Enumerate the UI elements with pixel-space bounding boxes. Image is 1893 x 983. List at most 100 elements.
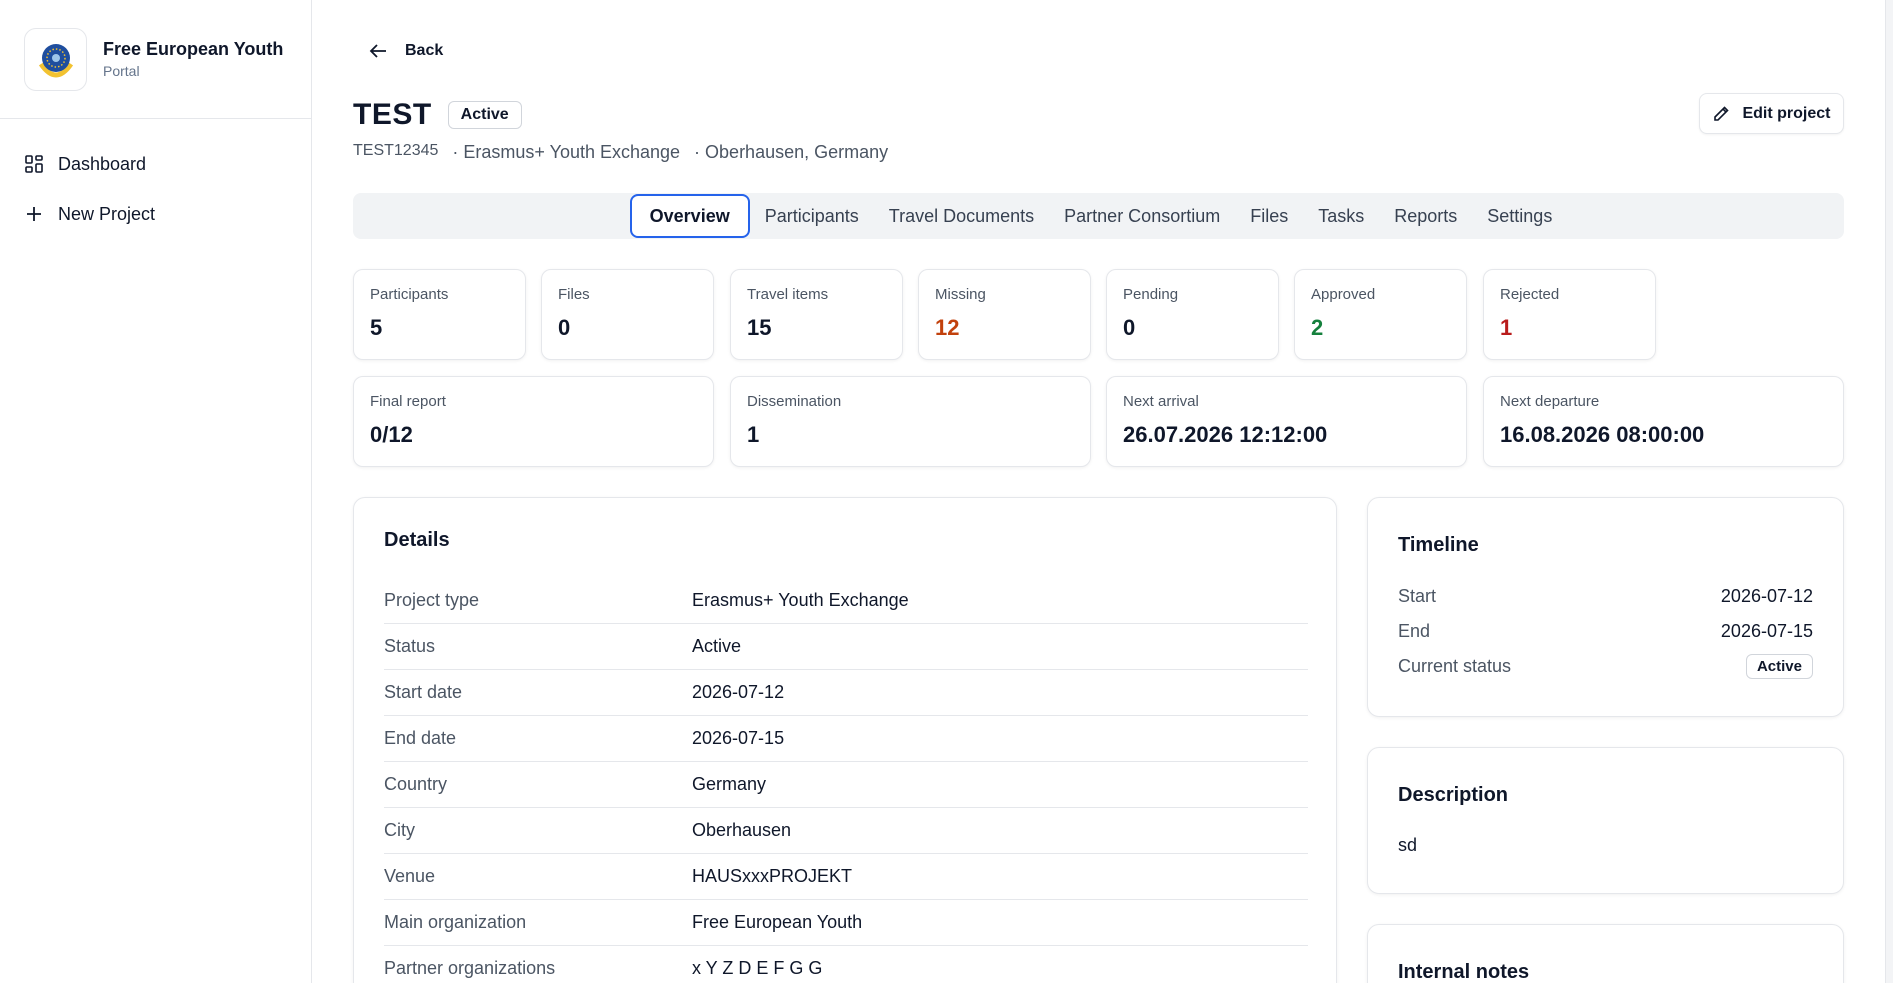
detail-value: HAUSxxxPROJEKT [692, 866, 853, 886]
detail-row: City Oberhausen [384, 808, 1308, 854]
detail-value: 2026-07-15 [692, 728, 785, 748]
stat-value: 1 [1500, 315, 1513, 340]
detail-key: Venue [384, 866, 436, 886]
scrollbar[interactable] [1885, 0, 1893, 983]
timeline-row-status: Current status Active [1398, 649, 1813, 684]
logo-emblem-icon [38, 44, 73, 78]
edit-project-button[interactable]: Edit project [1699, 93, 1844, 134]
detail-row: Start date 2026-07-12 [384, 670, 1308, 716]
internal-notes-card: Internal notes [1367, 924, 1844, 983]
stat-value: 12 [935, 315, 960, 340]
tab-partner-consortium[interactable]: Partner Consortium [1049, 194, 1235, 238]
detail-row: Main organization Free European Youth [384, 900, 1308, 946]
detail-key: Partner organizations [384, 958, 556, 978]
project-type: · Erasmus+ Youth Exchange [452, 142, 681, 162]
detail-key: City [384, 820, 415, 840]
timeline-value: 2026-07-15 [1720, 621, 1813, 641]
page-title: TEST [353, 98, 432, 131]
stat-value: 15 [747, 315, 772, 340]
stat-label: Dissemination [747, 393, 842, 410]
tab-settings[interactable]: Settings [1472, 194, 1567, 238]
timeline-value: 2026-07-12 [1720, 586, 1813, 606]
stat-value: 16.08.2026 08:00:00 [1500, 422, 1705, 447]
stat-label: Pending [1123, 286, 1179, 303]
detail-row: Project type Erasmus+ Youth Exchange [384, 578, 1308, 624]
arrow-left-icon [369, 44, 386, 58]
tab-travel-documents[interactable]: Travel Documents [874, 194, 1049, 238]
detail-row: Country Germany [384, 762, 1308, 808]
stat-value: 0/12 [370, 422, 413, 447]
detail-key: Start date [384, 682, 463, 702]
stat-label: Rejected [1500, 286, 1560, 303]
stat-card-missing: Missing 12 [918, 269, 1091, 360]
detail-key: Project type [384, 590, 480, 610]
project-meta: TEST12345 · Erasmus+ Youth Exchange · Ob… [353, 142, 888, 163]
detail-row: Partner organizations x Y Z D E F G G [384, 946, 1308, 983]
stat-label: Participants [370, 286, 449, 303]
internal-notes-title: Internal notes [1398, 961, 1530, 983]
stat-card-final-report: Final report 0/12 [353, 376, 714, 467]
back-label: Back [405, 42, 444, 59]
sidebar-item-new-project[interactable]: New Project [0, 189, 311, 239]
detail-value: Erasmus+ Youth Exchange [692, 590, 909, 610]
tab-bar: Overview Participants Travel Documents P… [353, 193, 1844, 239]
detail-key: Country [384, 774, 448, 794]
detail-row: Status Active [384, 624, 1308, 670]
detail-key: End date [384, 728, 457, 748]
sidebar-item-label: Dashboard [58, 153, 147, 174]
logo [24, 27, 87, 91]
pencil-icon [1714, 105, 1730, 121]
tab-reports[interactable]: Reports [1379, 194, 1472, 238]
stat-card-pending: Pending 0 [1106, 269, 1279, 360]
detail-row: Venue HAUSxxxPROJEKT [384, 854, 1308, 900]
brand-subtitle: Portal [103, 63, 140, 79]
stat-card-rejected: Rejected 1 [1483, 269, 1656, 360]
timeline-key: End [1398, 621, 1431, 641]
project-location: · Oberhausen, Germany [694, 142, 889, 162]
dashboard-icon [24, 154, 44, 174]
stat-card-next-arrival: Next arrival 26.07.2026 12:12:00 [1106, 376, 1467, 467]
detail-row: End date 2026-07-15 [384, 716, 1308, 762]
timeline-title: Timeline [1398, 534, 1479, 556]
stat-card-files: Files 0 [541, 269, 714, 360]
stat-label: Files [558, 286, 590, 303]
detail-value: Germany [692, 774, 767, 794]
stat-label: Travel items [747, 286, 829, 303]
stat-label: Next departure [1500, 393, 1600, 410]
brand[interactable]: Free European Youth Portal [0, 0, 311, 119]
plus-icon [24, 204, 44, 224]
tab-tasks[interactable]: Tasks [1303, 194, 1379, 238]
details-title: Details [384, 529, 450, 551]
stat-value: 5 [370, 315, 383, 340]
timeline-row-end: End 2026-07-15 [1398, 614, 1813, 649]
stat-card-participants: Participants 5 [353, 269, 526, 360]
back-button[interactable]: Back [369, 42, 443, 60]
sidebar: Free European Youth Portal Dashboard New… [0, 0, 312, 983]
stat-card-approved: Approved 2 [1294, 269, 1467, 360]
detail-key: Main organization [384, 912, 527, 932]
tab-overview[interactable]: Overview [629, 194, 750, 238]
sidebar-item-dashboard[interactable]: Dashboard [0, 139, 311, 189]
details-card: Details Project type Erasmus+ Youth Excha… [353, 497, 1337, 983]
detail-value: Free European Youth [692, 912, 863, 932]
project-code: TEST12345 [353, 142, 439, 159]
description-card: Description sd [1367, 747, 1844, 894]
sidebar-nav: Dashboard New Project [0, 119, 311, 239]
stat-label: Missing [935, 286, 986, 303]
stat-value: 0 [1123, 315, 1136, 340]
edit-project-label: Edit project [1742, 104, 1831, 122]
timeline-card: Timeline Start 2026-07-12 End 2026-07-15 C… [1367, 497, 1844, 717]
tab-participants[interactable]: Participants [750, 194, 874, 238]
timeline-key: Current status [1398, 656, 1512, 676]
status-badge: Active [1745, 654, 1813, 679]
timeline-row-start: Start 2026-07-12 [1398, 579, 1813, 614]
tab-files[interactable]: Files [1235, 194, 1303, 238]
stat-card-dissemination: Dissemination 1 [730, 376, 1091, 467]
detail-value: Oberhausen [692, 820, 792, 840]
stat-label: Next arrival [1123, 393, 1199, 410]
stat-card-travel-items: Travel items 15 [730, 269, 903, 360]
detail-value: 2026-07-12 [692, 682, 785, 702]
brand-title: Free European Youth [103, 39, 284, 59]
stat-value: 1 [747, 422, 760, 447]
stat-label: Final report [370, 393, 446, 410]
